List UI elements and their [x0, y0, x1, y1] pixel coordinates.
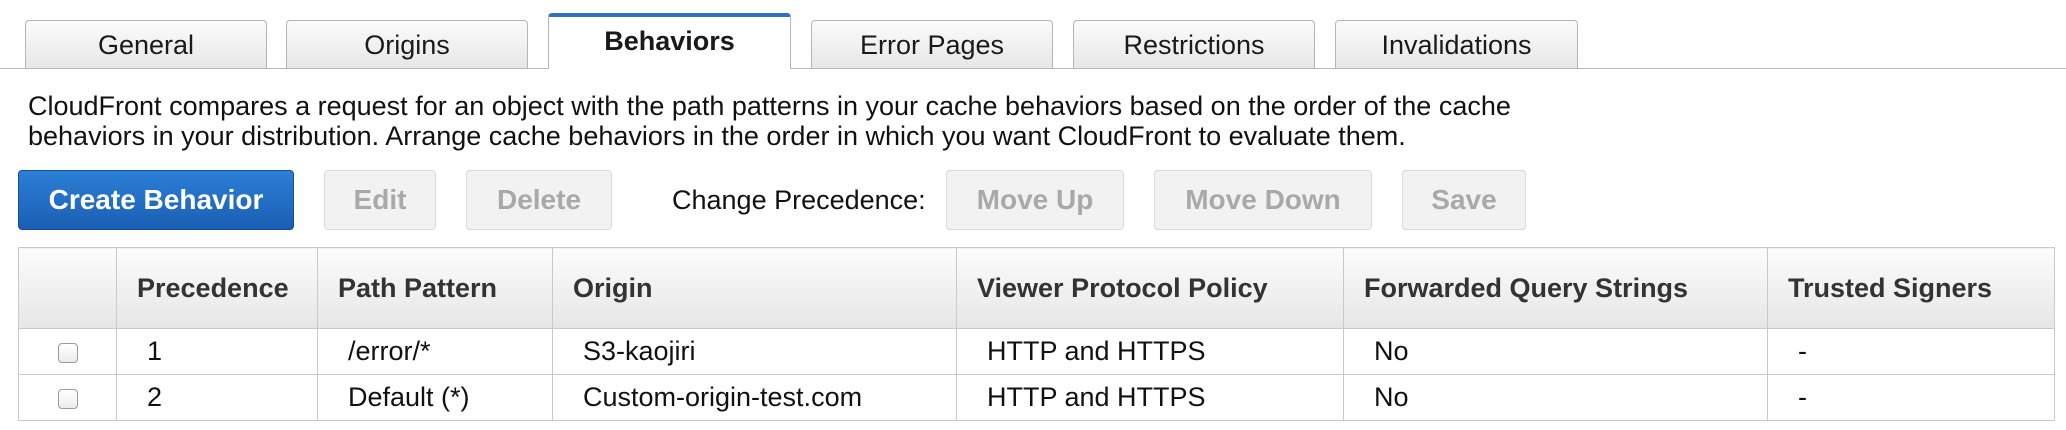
viewer-protocol-cell: HTTP and HTTPS: [956, 328, 1344, 375]
change-precedence-label: Change Precedence:: [672, 185, 926, 215]
viewer-protocol-cell: HTTP and HTTPS: [956, 374, 1344, 421]
trusted-signers-cell: -: [1767, 374, 2055, 421]
save-button[interactable]: Save: [1402, 170, 1526, 230]
path-pattern-cell: /error/*: [317, 328, 553, 375]
origin-cell: S3-kaojiri: [552, 328, 957, 375]
path-pattern-cell: Default (*): [317, 374, 553, 421]
column-header-precedence[interactable]: Precedence: [116, 247, 318, 329]
row-checkbox[interactable]: [57, 342, 78, 363]
tab-general[interactable]: General: [25, 20, 267, 68]
select-column-header: [18, 247, 117, 329]
precedence-cell: 2: [116, 374, 318, 421]
tab-error-pages[interactable]: Error Pages: [811, 20, 1053, 68]
row-checkbox[interactable]: [57, 388, 78, 409]
table-row[interactable]: 2 Default (*) Custom-origin-test.com HTT…: [18, 374, 2055, 421]
query-strings-cell: No: [1343, 374, 1768, 421]
description-line-1: CloudFront compares a request for an obj…: [28, 91, 1511, 121]
move-down-button[interactable]: Move Down: [1154, 170, 1372, 230]
description-line-2: behaviors in your distribution. Arrange …: [28, 121, 1406, 151]
tab-origins[interactable]: Origins: [286, 20, 528, 68]
table-header-row: Precedence Path Pattern Origin Viewer Pr…: [18, 247, 2055, 329]
precedence-cell: 1: [116, 328, 318, 375]
row-select-cell: [18, 328, 117, 375]
tab-restrictions[interactable]: Restrictions: [1073, 20, 1315, 68]
create-behavior-button[interactable]: Create Behavior: [18, 170, 294, 230]
column-header-viewer-protocol-policy[interactable]: Viewer Protocol Policy: [956, 247, 1344, 329]
origin-cell: Custom-origin-test.com: [552, 374, 957, 421]
tab-bar-divider: [0, 68, 2066, 69]
column-header-trusted-signers[interactable]: Trusted Signers: [1767, 247, 2055, 329]
column-header-path-pattern[interactable]: Path Pattern: [317, 247, 553, 329]
column-header-forwarded-query-strings[interactable]: Forwarded Query Strings: [1343, 247, 1768, 329]
move-up-button[interactable]: Move Up: [946, 170, 1124, 230]
delete-button[interactable]: Delete: [466, 170, 612, 230]
tab-behaviors[interactable]: Behaviors: [548, 13, 791, 69]
behaviors-description: CloudFront compares a request for an obj…: [28, 91, 1728, 151]
tab-invalidations[interactable]: Invalidations: [1335, 20, 1578, 68]
query-strings-cell: No: [1343, 328, 1768, 375]
column-header-origin[interactable]: Origin: [552, 247, 957, 329]
behaviors-table: Precedence Path Pattern Origin Viewer Pr…: [18, 247, 2055, 421]
table-row[interactable]: 1 /error/* S3-kaojiri HTTP and HTTPS No …: [18, 328, 2055, 375]
trusted-signers-cell: -: [1767, 328, 2055, 375]
tab-bar: General Origins Behaviors Error Pages Re…: [0, 0, 2066, 69]
row-select-cell: [18, 374, 117, 421]
edit-button[interactable]: Edit: [324, 170, 436, 230]
